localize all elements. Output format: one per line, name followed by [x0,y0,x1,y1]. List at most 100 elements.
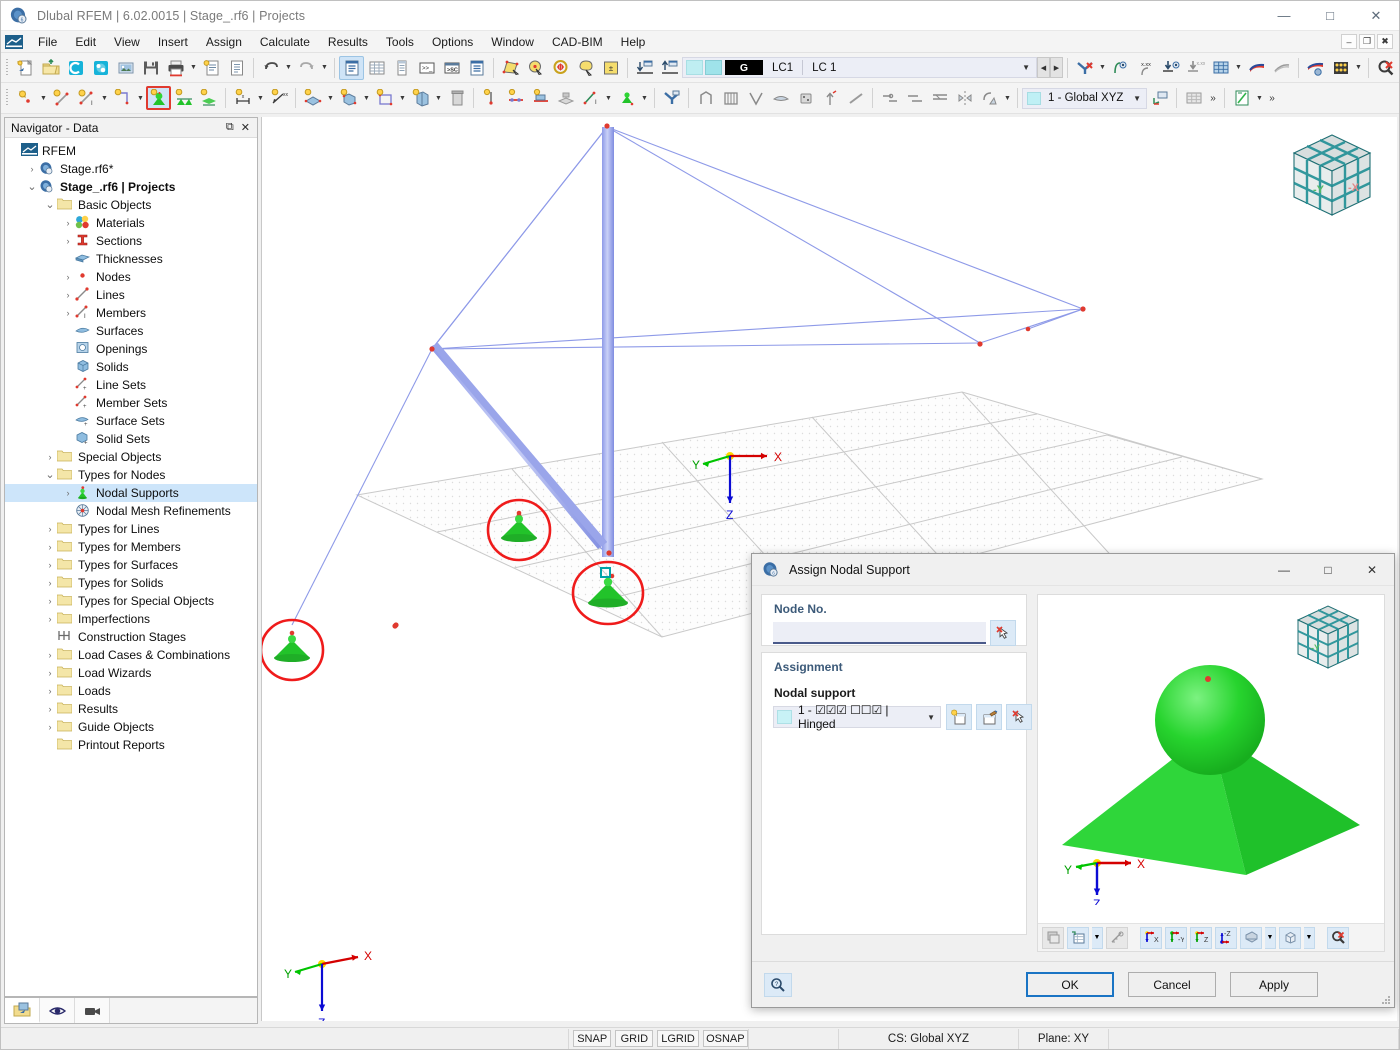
ok-button[interactable]: OK [1026,972,1114,997]
mirror-dropdown-arrow[interactable]: ▼ [1002,86,1013,110]
support-display-icon[interactable] [1158,56,1183,80]
window-minimize-button[interactable]: — [1261,1,1307,31]
print-preview-icon[interactable] [1042,926,1064,949]
lgrid-toggle[interactable]: LGRID [657,1030,699,1047]
render-mode-icon[interactable] [1303,56,1328,80]
coordinate-system-selector[interactable]: 1 - Global XYZ ▼ [1022,87,1147,109]
filter-icon[interactable] [659,86,684,110]
toolbar-grip[interactable] [4,88,11,108]
abacus-icon[interactable] [1328,56,1353,80]
preview-view-cube[interactable]: -Y [1296,605,1360,669]
new-line-icon[interactable] [49,86,74,110]
chevron-right-icon[interactable]: › [61,272,75,282]
webservice-icon[interactable] [88,56,113,80]
chevron-right-icon[interactable]: › [43,614,57,624]
member-hinge-icon[interactable] [528,86,553,110]
tree-item-printout-reports[interactable]: Printout Reports [5,736,257,754]
navigator-tree[interactable]: RFEM › Stage.rf6* ⌄ Stage_.rf6 | Projects ⌄ Ba… [5,138,257,996]
curve-tools-icon[interactable] [877,86,902,110]
zoom-reset-icon[interactable] [1327,926,1349,949]
grid-toggle[interactable]: GRID [615,1030,654,1047]
tree-item-nodal-supports[interactable]: › Nodal Supports [5,484,257,502]
box-view-icon[interactable] [1279,926,1301,949]
assign-nodal-support-dialog[interactable]: 6 Assign Nodal Support — □ ✕ Node No. As… [751,553,1395,1008]
close-icon[interactable]: ✕ [241,121,250,134]
node-no-input[interactable] [773,622,986,644]
new-plate-icon[interactable] [408,86,433,110]
tree-item-nodes[interactable]: › Nodes [5,268,257,286]
chevron-right-icon[interactable]: › [43,686,57,696]
window-maximize-button[interactable]: □ [1307,1,1353,31]
new-support-icon[interactable] [946,704,972,730]
node-release-icon[interactable] [478,86,503,110]
new-surface-dropdown-arrow[interactable]: ▼ [325,86,336,110]
chevron-right-icon[interactable]: › [43,452,57,462]
tree-item-types-for-surfaces[interactable]: › Types for Surfaces [5,556,257,574]
dimension-icon[interactable]: x [230,86,255,110]
lower-level-icon[interactable] [632,56,657,80]
undo-dropdown-arrow[interactable]: ▼ [283,56,294,80]
toolbar-grip[interactable] [4,58,11,78]
measure-icon[interactable] [1106,926,1128,949]
new-member-icon[interactable]: I [74,86,99,110]
tree-item-stage-rf6[interactable]: › Stage.rf6* [5,160,257,178]
edit-support-icon[interactable] [976,704,1002,730]
new-report-icon[interactable] [199,56,224,80]
new-node-dropdown-arrow[interactable]: ▼ [38,86,49,110]
tree-item-nodal-mesh-refinements[interactable]: Nodal Mesh Refinements [5,502,257,520]
tree-item-construction-stages[interactable]: Construction Stages [5,628,257,646]
arch-wizard-icon[interactable] [743,86,768,110]
chevron-right-icon[interactable]: › [43,704,57,714]
pick-node-icon[interactable] [990,620,1016,646]
grid-display-icon[interactable] [1208,56,1233,80]
spreadsheet-dropdown-arrow[interactable]: ▼ [1254,86,1265,110]
render-mode-dropdown-arrow[interactable]: ▼ [1265,926,1276,949]
member-set-icon[interactable] [614,86,639,110]
dialog-resize-grip[interactable] [1381,994,1391,1004]
dialog-close-button[interactable]: ✕ [1350,554,1394,585]
chevron-right-icon[interactable]: › [43,596,57,606]
print-icon[interactable] [163,56,188,80]
surface-wizard-icon[interactable] [768,86,793,110]
chevron-right-icon[interactable]: › [61,488,75,498]
dialog-maximize-button[interactable]: □ [1306,554,1350,585]
mdi-minimize-button[interactable]: – [1341,34,1357,49]
nodal-support-tool[interactable] [146,86,171,110]
cancel-button[interactable]: Cancel [1128,972,1216,997]
load-case-next-button[interactable]: ▶ [1050,57,1063,78]
render-icon[interactable] [1108,56,1133,80]
new-polyline-dropdown-arrow[interactable]: ▼ [135,86,146,110]
osnap-toggle[interactable]: OSNAP [702,1030,748,1047]
toolbar-overflow-button[interactable]: » [1206,86,1220,110]
chevron-right-icon[interactable]: › [61,218,75,228]
save-icon[interactable] [138,56,163,80]
views-navigator-tab[interactable] [75,998,110,1023]
menu-results[interactable]: Results [319,33,377,51]
menu-file[interactable]: File [29,33,66,51]
tree-item-lines[interactable]: › Lines [5,286,257,304]
chevron-right-icon[interactable]: › [43,722,57,732]
nodal-support-symbol-1[interactable] [262,618,325,682]
new-solid-dropdown-arrow[interactable]: ▼ [361,86,372,110]
tree-item-imperfections[interactable]: › Imperfections [5,610,257,628]
table-panel-icon[interactable] [364,56,389,80]
cloud-connect-icon[interactable] [63,56,88,80]
support-fixed-icon[interactable]: x.xx [1183,56,1208,80]
tree-item-types-for-members[interactable]: › Types for Members [5,538,257,556]
chevron-right-icon[interactable]: › [25,164,39,174]
apply-button[interactable]: Apply [1230,972,1318,997]
chevron-right-icon[interactable]: › [43,650,57,660]
line-set-icon[interactable]: I [578,86,603,110]
snap-toggle[interactable]: SNAP [573,1030,612,1047]
menu-calculate[interactable]: Calculate [251,33,319,51]
display-properties-icon[interactable] [1067,926,1089,949]
console-icon[interactable]: >>_ [414,56,439,80]
tree-item-types-for-solids[interactable]: › Types for Solids [5,574,257,592]
chevron-right-icon[interactable]: › [43,542,57,552]
chevron-down-icon[interactable]: ⌄ [25,182,39,193]
line-support-icon[interactable] [171,86,196,110]
new-polyline-icon[interactable] [110,86,135,110]
display-properties-dropdown-arrow[interactable]: ▼ [1092,926,1103,949]
delete-icon[interactable] [444,86,469,110]
gradient-icon[interactable] [1269,56,1294,80]
